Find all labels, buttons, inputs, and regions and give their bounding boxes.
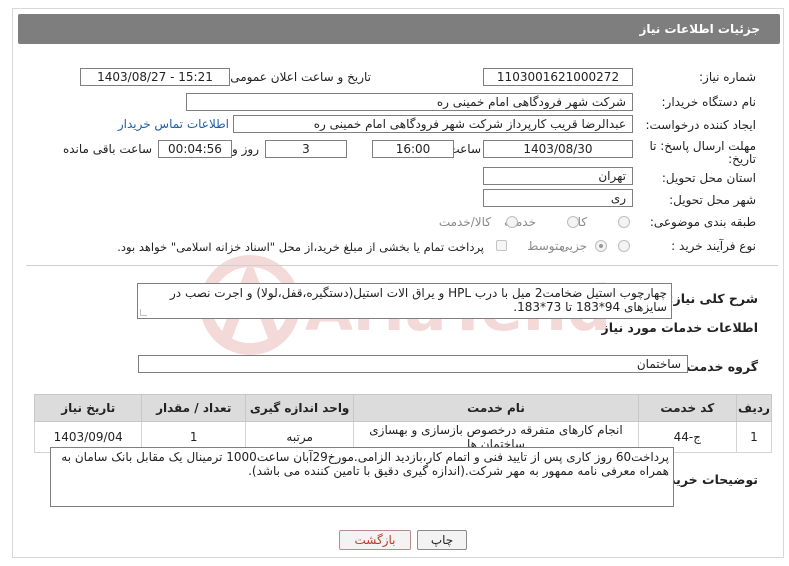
- back-button[interactable]: بازگشت: [339, 530, 411, 550]
- services-section-title: اطلاعات خدمات مورد نیاز: [601, 320, 759, 335]
- col-header-unit: واحد اندازه گیری: [244, 394, 355, 422]
- col-header-service-name: نام خدمت: [353, 394, 639, 422]
- summary-textarea[interactable]: چهارچوب استیل ضخامت2 میل با درب HPL و یر…: [137, 283, 672, 319]
- deadline-days-field[interactable]: 3: [265, 140, 347, 158]
- payment-treasury-note: پرداخت تمام یا بخشی از مبلغ خرید،از محل …: [117, 240, 484, 254]
- remaining-time-label: ساعت باقی مانده: [62, 142, 152, 156]
- col-header-quantity: تعداد / مقدار: [141, 394, 246, 422]
- requester-label: ایجاد کننده درخواست:: [645, 118, 756, 132]
- deadline-label-line2: تاریخ:: [728, 152, 756, 166]
- services-table: ردیف کد خدمت نام خدمت واحد اندازه گیری ت…: [33, 394, 773, 453]
- buyer-org-label: نام دستگاه خریدار:: [661, 95, 757, 109]
- service-group-label: گروه خدمت:: [681, 359, 758, 374]
- process-radio-medium[interactable]: [595, 240, 607, 252]
- payment-treasury-checkbox[interactable]: [496, 240, 507, 251]
- col-header-service-code: کد خدمت: [637, 394, 737, 422]
- page-title: جزئیات اطلاعات نیاز: [639, 22, 760, 36]
- category-radio-goods[interactable]: [618, 216, 630, 228]
- deadline-date-field[interactable]: 1403/08/30: [483, 140, 633, 158]
- category-label: طبقه بندی موضوعی:: [649, 215, 756, 229]
- buyer-org-field[interactable]: شرکت شهر فرودگاهی امام خمینی ره: [186, 93, 633, 111]
- print-button[interactable]: چاپ: [417, 530, 467, 550]
- category-option-goods-service: کالا/خدمت: [438, 215, 491, 229]
- deadline-time-field[interactable]: 16:00: [372, 140, 454, 158]
- table-header-row: ردیف کد خدمت نام خدمت واحد اندازه گیری ت…: [33, 394, 773, 422]
- process-radio-minor[interactable]: [618, 240, 630, 252]
- summary-text: چهارچوب استیل ضخامت2 میل با درب HPL و یر…: [169, 286, 667, 314]
- remaining-time-field[interactable]: 00:04:56: [158, 140, 232, 158]
- process-label: نوع فرآیند خرید :: [671, 239, 756, 253]
- city-label: شهر محل تحویل:: [669, 193, 756, 207]
- process-option-medium: متوسط: [527, 239, 565, 253]
- province-field[interactable]: تهران: [483, 167, 633, 185]
- city-field[interactable]: ری: [483, 189, 633, 207]
- buyer-notes-textarea[interactable]: پرداخت60 روز کاری پس از تایید فنی و اتما…: [50, 447, 674, 507]
- col-header-need-date: تاریخ نیاز: [33, 394, 143, 422]
- category-radio-service[interactable]: [567, 216, 579, 228]
- col-header-row-no: ردیف: [735, 394, 773, 422]
- divider: [26, 265, 778, 266]
- resize-grip-icon[interactable]: [140, 309, 147, 316]
- need-number-field[interactable]: 1103001621000272: [483, 68, 633, 86]
- cell-row-no: 1: [735, 421, 773, 453]
- announce-datetime-label: تاریخ و ساعت اعلان عمومی:: [226, 70, 371, 84]
- need-number-label: شماره نیاز:: [699, 70, 756, 84]
- category-radio-goods-service[interactable]: [506, 216, 518, 228]
- announce-datetime-field[interactable]: 1403/08/27 - 15:21: [80, 68, 230, 86]
- buyer-notes-text: پرداخت60 روز کاری پس از تایید فنی و اتما…: [61, 450, 669, 478]
- service-group-field[interactable]: ساختمان: [138, 355, 688, 373]
- summary-label: شرح کلی نیاز:: [668, 291, 758, 306]
- deadline-days-label: روز و: [232, 142, 259, 156]
- header-bar: جزئیات اطلاعات نیاز: [18, 14, 780, 44]
- requester-field[interactable]: عبدالرضا قریب کارپرداز شرکت شهر فرودگاهی…: [233, 115, 633, 133]
- province-label: استان محل تحویل:: [661, 171, 756, 185]
- buyer-contact-link[interactable]: اطلاعات تماس خریدار: [118, 117, 229, 131]
- deadline-label-line1: مهلت ارسال پاسخ: تا: [649, 139, 756, 153]
